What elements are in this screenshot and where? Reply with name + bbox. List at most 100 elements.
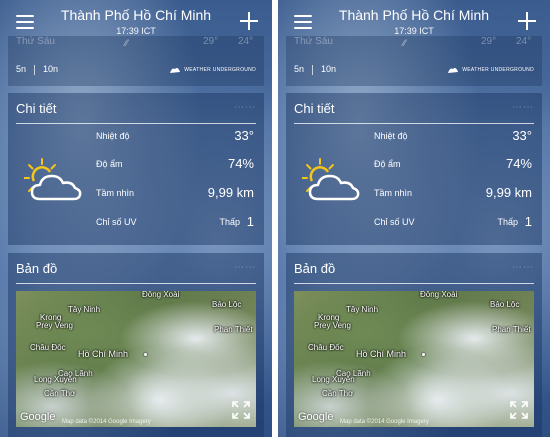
range-5-days-tab[interactable]: 5n	[16, 64, 26, 74]
humidity-label: Độ ẩm	[374, 159, 401, 169]
details-card: Chi tiết ⋯⋯ Nhiệt độ 33° Độ ẩm 74% Tầm n…	[286, 93, 542, 245]
map-label-bao-loc: Bảo Lộc	[212, 300, 242, 309]
map-label-tay-ninh: Tây Ninh	[68, 305, 101, 314]
range-divider	[312, 64, 314, 75]
visibility-value: 9,99 km	[207, 185, 254, 200]
expand-icon[interactable]	[510, 401, 528, 419]
humidity-label: Độ ẩm	[96, 159, 123, 169]
temperature-label: Nhiệt độ	[374, 131, 408, 141]
hamburger-icon[interactable]	[16, 15, 34, 29]
satellite-map[interactable]: Đồng Xoài Tây Ninh Bảo Lộc Krong Prey Ve…	[294, 291, 534, 427]
map-label-prey-veng: Prey Veng	[36, 321, 73, 330]
visibility-label: Tầm nhìn	[374, 188, 413, 198]
card-handle-icon: ⋯⋯	[512, 262, 534, 273]
map-copyright: Map data ©2014 Google Imagery	[62, 419, 151, 425]
forecast-high: 29°	[203, 36, 219, 47]
details-title: Chi tiết	[16, 101, 57, 116]
humidity-row: Độ ẩm 74%	[96, 156, 254, 174]
map-label-ho-chi-minh: Hồ Chí Minh	[356, 349, 407, 359]
weather-underground-icon	[448, 68, 459, 73]
visibility-value: 9,99 km	[485, 185, 532, 200]
visibility-row: Tầm nhìn 9,99 km	[96, 185, 254, 203]
forecast-day-label: Thứ Sáu	[16, 36, 55, 47]
uv-row: Chỉ số UV Thấp 1	[374, 214, 532, 232]
visibility-label: Tầm nhìn	[96, 188, 135, 198]
temperature-value: 33°	[234, 128, 254, 143]
google-logo: Google	[20, 411, 56, 423]
weather-underground-icon	[170, 68, 181, 73]
map-label-long-xuyen: Long Xuyên	[312, 375, 355, 384]
range-10-days-tab[interactable]: 10n	[321, 64, 336, 74]
details-title: Chi tiết	[294, 101, 335, 116]
phone-screen-left: Thành Phố Hồ Chí Minh 17:39 ICT Thứ Sáu …	[0, 0, 272, 437]
card-handle-icon: ⋯⋯	[512, 102, 534, 113]
map-title: Bản đồ	[294, 261, 336, 276]
city-marker	[422, 353, 425, 356]
uv-row: Chỉ số UV Thấp 1	[96, 214, 254, 232]
map-label-long-xuyen: Long Xuyên	[34, 375, 77, 384]
forecast-low: 24°	[516, 36, 532, 47]
map-label-chau-doc: Châu Đốc	[30, 343, 66, 352]
map-label-dong-xoai: Đồng Xoài	[142, 291, 180, 299]
range-5-days-tab[interactable]: 5n	[294, 64, 304, 74]
card-handle-icon: ⋯⋯	[234, 102, 256, 113]
forecast-range-tabs: 5n 10n	[294, 64, 344, 75]
range-10-days-tab[interactable]: 10n	[43, 64, 58, 74]
forecast-card: Thứ Sáu ⁄⁄ 29° 24° 5n 10n WEATHER UNDERGR…	[286, 36, 542, 86]
map-label-dong-xoai: Đồng Xoài	[420, 291, 458, 299]
humidity-value: 74%	[227, 156, 254, 171]
map-label-phan-thiet: Phan Thiết	[214, 325, 253, 334]
visibility-row: Tầm nhìn 9,99 km	[374, 185, 532, 203]
forecast-day-label: Thứ Sáu	[294, 36, 333, 47]
card-handle-icon: ⋯⋯	[234, 262, 256, 273]
partly-cloudy-icon	[24, 158, 82, 201]
phone-screen-right: Thành Phố Hồ Chí Minh 17:39 ICT Thứ Sáu …	[278, 0, 550, 437]
forecast-range-tabs: 5n 10n	[16, 64, 66, 75]
divider	[294, 123, 534, 124]
weather-underground-logo[interactable]: WEATHER UNDERGROUND	[169, 66, 256, 74]
city-marker	[144, 353, 147, 356]
details-card: Chi tiết ⋯⋯ Nhiệt độ 33° Độ ẩm 74% Tầm n…	[8, 93, 264, 245]
uv-value: 1	[524, 214, 532, 229]
uv-level: Thấp	[497, 217, 518, 227]
uv-label: Chỉ số UV	[374, 217, 415, 227]
map-label-chau-doc: Châu Đốc	[308, 343, 344, 352]
google-logo: Google	[298, 411, 334, 423]
temperature-row: Nhiệt độ 33°	[374, 128, 532, 146]
uv-level: Thấp	[219, 217, 240, 227]
city-title: Thành Phố Hồ Chí Minh	[338, 7, 490, 23]
map-card: Bản đồ ⋯⋯ Đồng Xoài Tây Ninh Bảo Lộc Kro…	[286, 253, 542, 437]
provider-name: WEATHER UNDERGROUND	[184, 67, 256, 73]
partly-cloudy-icon	[302, 158, 360, 201]
expand-icon[interactable]	[232, 401, 250, 419]
range-divider	[34, 64, 36, 75]
weather-underground-logo[interactable]: WEATHER UNDERGROUND	[447, 66, 534, 74]
map-label-prey-veng: Prey Veng	[314, 321, 351, 330]
satellite-map[interactable]: Đồng Xoài Tây Ninh Bảo Lộc Krong Prey Ve…	[16, 291, 256, 427]
forecast-high: 29°	[481, 36, 497, 47]
map-title: Bản đồ	[16, 261, 58, 276]
city-title: Thành Phố Hồ Chí Minh	[60, 7, 212, 23]
map-label-phan-thiet: Phan Thiết	[492, 325, 531, 334]
divider	[16, 283, 256, 284]
map-card: Bản đồ ⋯⋯ Đồng Xoài Tây Ninh Bảo Lộc Kro…	[8, 253, 264, 437]
forecast-low: 24°	[238, 36, 254, 47]
local-time: 17:39 ICT	[116, 26, 156, 36]
temperature-row: Nhiệt độ 33°	[96, 128, 254, 146]
plus-icon[interactable]	[518, 12, 536, 30]
provider-name: WEATHER UNDERGROUND	[462, 67, 534, 73]
map-label-tay-ninh: Tây Ninh	[346, 305, 379, 314]
uv-label: Chỉ số UV	[96, 217, 137, 227]
humidity-value: 74%	[505, 156, 532, 171]
map-label-ho-chi-minh: Hồ Chí Minh	[78, 349, 129, 359]
uv-value: 1	[246, 214, 254, 229]
map-label-can-tho: Cần Thơ	[44, 389, 76, 398]
hamburger-icon[interactable]	[294, 15, 312, 29]
local-time: 17:39 ICT	[394, 26, 434, 36]
rain-icon: ⁄⁄	[125, 38, 129, 48]
temperature-label: Nhiệt độ	[96, 131, 130, 141]
forecast-card: Thứ Sáu ⁄⁄ 29° 24° 5n 10n WEATHER UNDERGR…	[8, 36, 264, 86]
map-copyright: Map data ©2014 Google Imagery	[340, 419, 429, 425]
divider	[294, 283, 534, 284]
plus-icon[interactable]	[240, 12, 258, 30]
